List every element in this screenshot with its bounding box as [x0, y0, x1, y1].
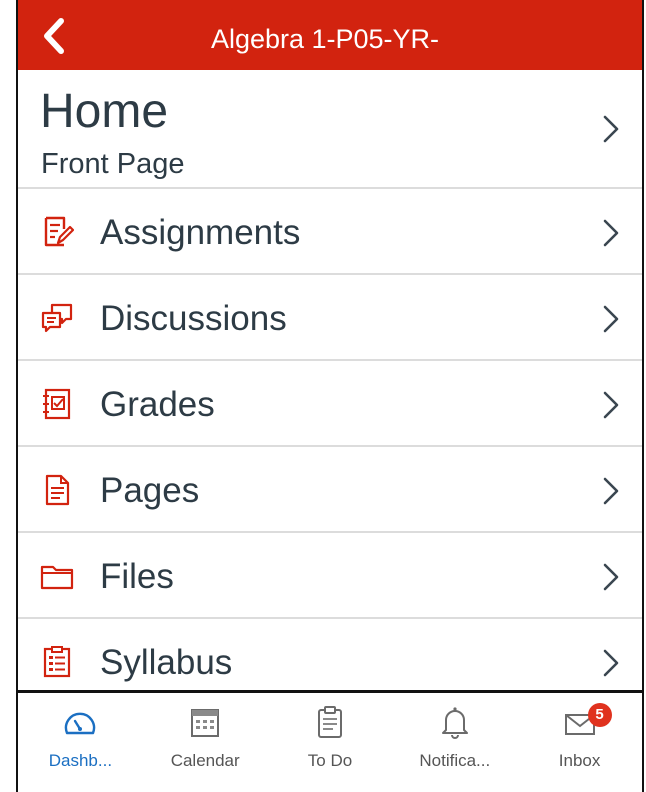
assignments-icon [44, 216, 74, 247]
nav-item-grades[interactable]: Grades [18, 361, 642, 447]
chevron-right-icon [603, 391, 619, 419]
bell-icon [441, 707, 468, 739]
tab-label: Notifica... [419, 751, 491, 770]
folder-icon [40, 565, 74, 590]
nav-item-assignments[interactable]: Assignments [18, 189, 642, 275]
nav-item-discussions[interactable]: Discussions [18, 275, 642, 361]
grades-icon [43, 388, 71, 420]
course-header: Algebra 1-P05-YR- [18, 0, 642, 70]
nav-item-label: Grades [100, 385, 215, 424]
tab-calendar[interactable]: Calendar [143, 693, 268, 792]
nav-item-label: Files [100, 557, 174, 596]
nav-item-label: Discussions [100, 299, 287, 338]
chevron-right-icon [603, 563, 619, 591]
calendar-icon [191, 709, 220, 737]
syllabus-icon [43, 646, 71, 678]
nav-item-files[interactable]: Files [18, 533, 642, 619]
dashboard-icon [65, 712, 96, 735]
pages-icon [45, 474, 70, 506]
tab-dashboard[interactable]: Dashb... [18, 693, 143, 792]
home-row[interactable]: Home Front Page [18, 70, 642, 189]
app-frame: Algebra 1-P05-YR- Home Front Page Assign… [16, 0, 644, 792]
home-title: Home [40, 85, 169, 138]
nav-item-label: Assignments [100, 213, 301, 252]
home-subtitle: Front Page [41, 148, 185, 180]
todo-icon [317, 706, 342, 738]
tab-label: Dashb... [48, 751, 113, 770]
chevron-right-icon [603, 477, 619, 505]
inbox-badge: 5 [587, 703, 612, 727]
nav-item-pages[interactable]: Pages [18, 447, 642, 533]
chevron-right-icon [603, 305, 619, 333]
chevron-right-icon [603, 115, 619, 143]
tab-notifications[interactable]: Notifica... [392, 693, 517, 792]
discussions-icon [41, 303, 73, 333]
tab-label: To Do [307, 751, 353, 770]
tab-label: Inbox [558, 751, 601, 770]
bottom-tab-bar: Dashb... Calendar To Do Notifica... 5 In… [18, 690, 642, 792]
course-title: Algebra 1-P05-YR- [210, 24, 440, 54]
tab-label: Calendar [170, 751, 240, 770]
tab-inbox[interactable]: 5 Inbox [517, 693, 642, 792]
tab-todo[interactable]: To Do [268, 693, 393, 792]
chevron-right-icon [603, 219, 619, 247]
nav-item-label: Pages [100, 471, 200, 510]
chevron-right-icon [603, 649, 619, 677]
